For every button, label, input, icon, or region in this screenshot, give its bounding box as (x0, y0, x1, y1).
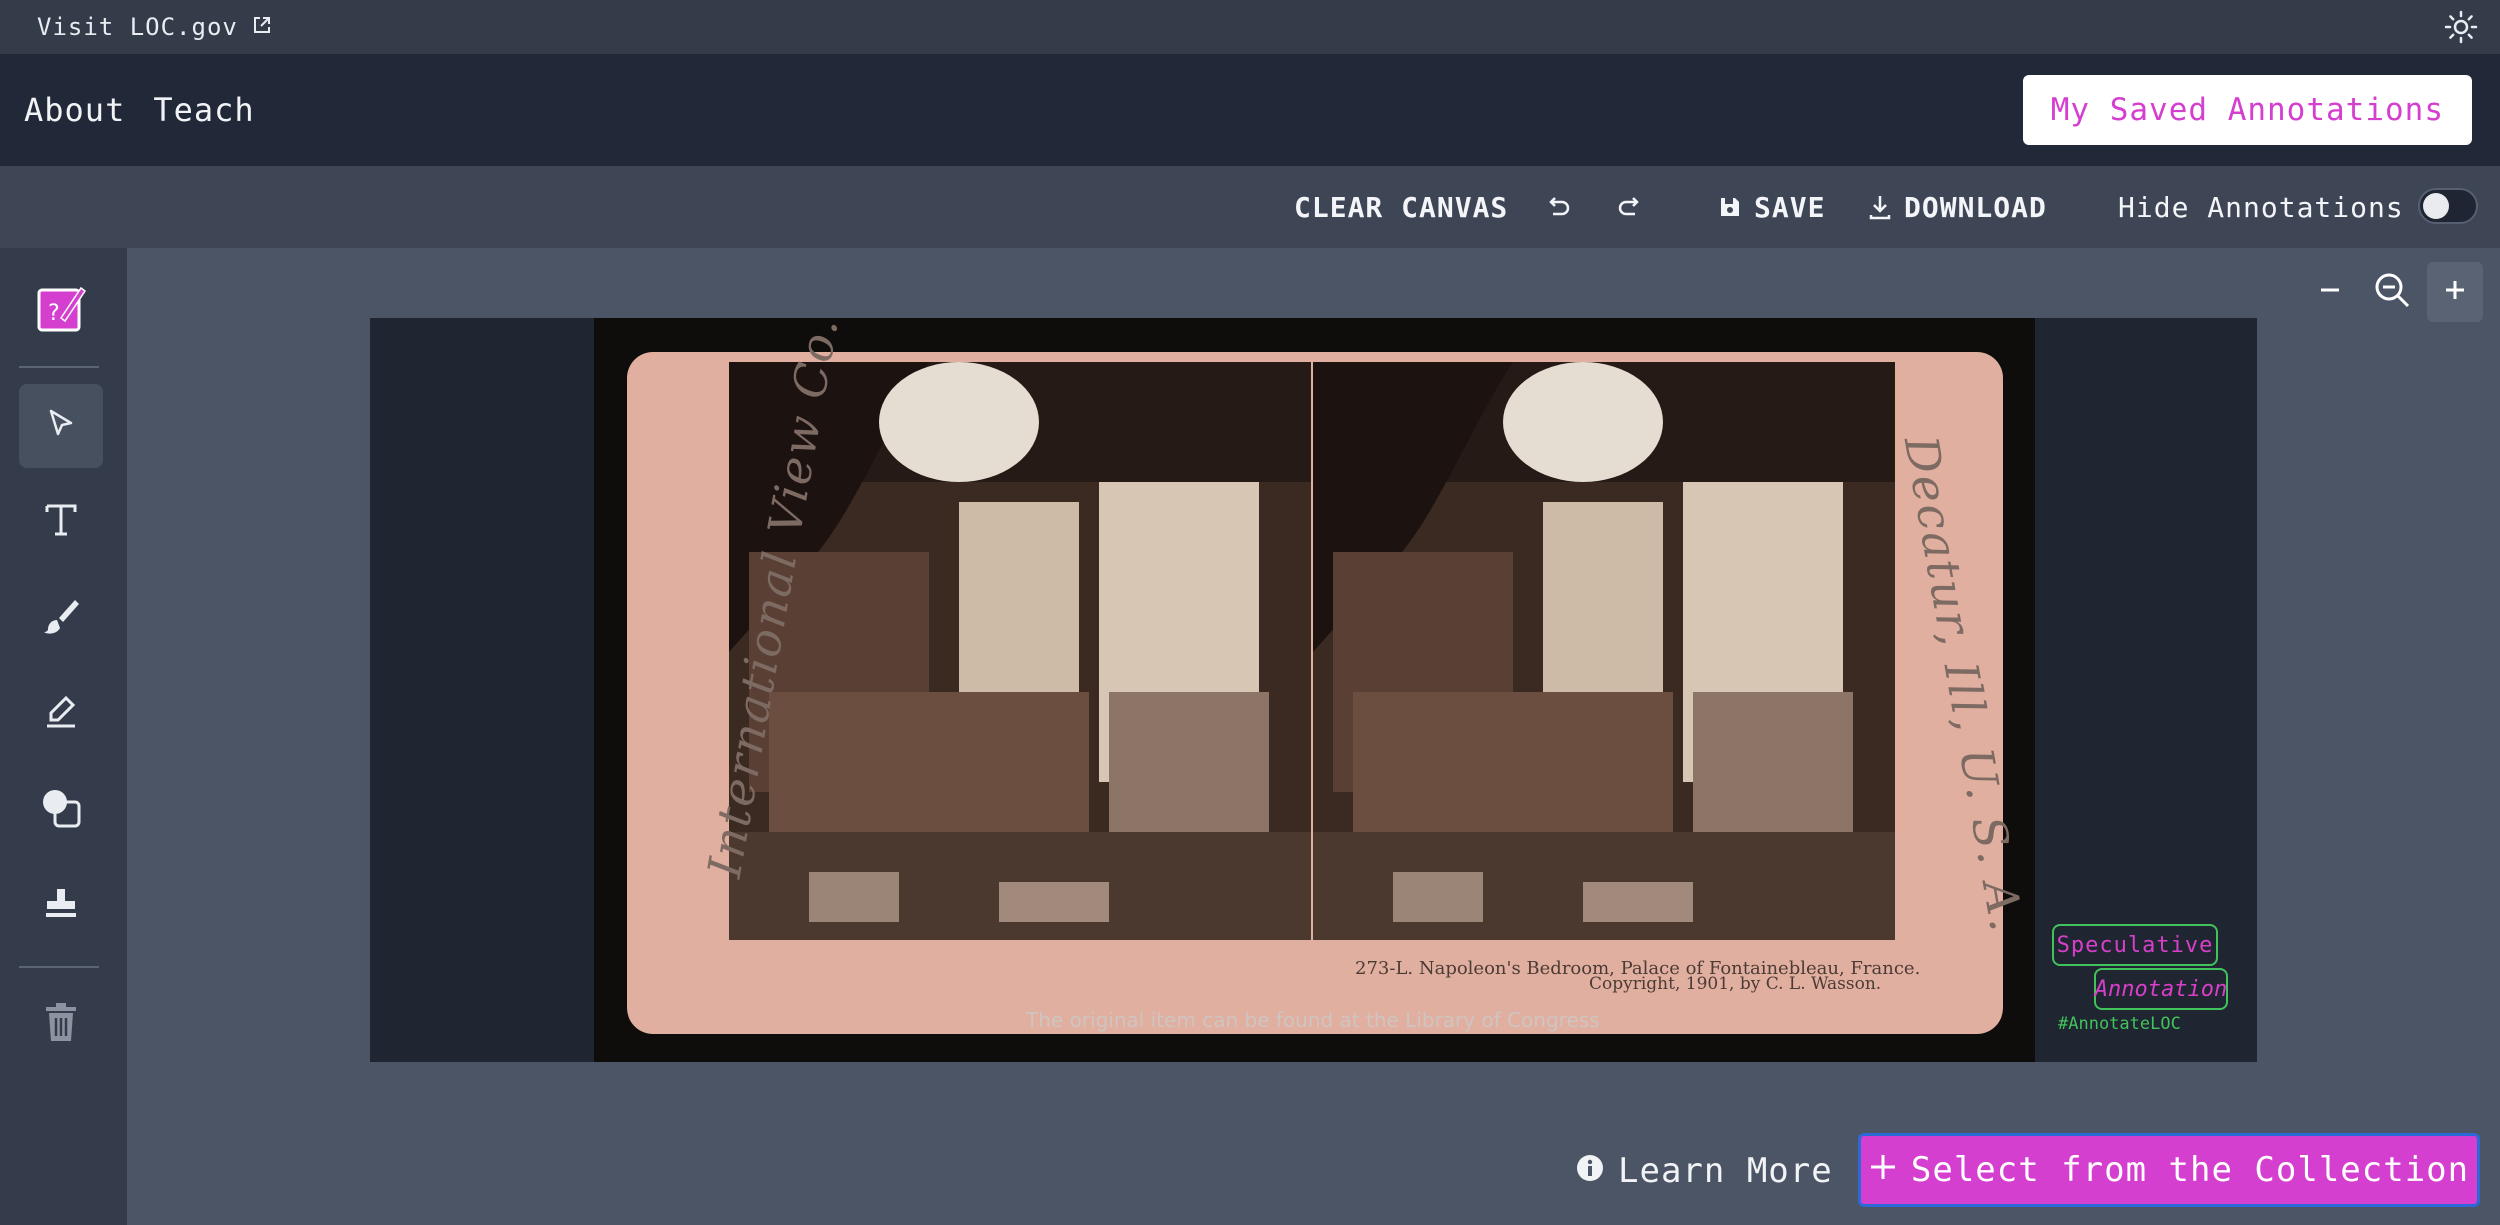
highlighter-tool-button[interactable] (19, 672, 103, 756)
delete-tool-button[interactable] (19, 982, 103, 1066)
brush-tool-button[interactable] (19, 576, 103, 660)
shapes-icon (39, 786, 83, 834)
plus-icon (1869, 1150, 1897, 1190)
toggle-knob (2423, 193, 2449, 219)
paint-brush-icon (41, 596, 81, 640)
hide-annotations-label: Hide Annotations (2118, 190, 2404, 224)
select-from-collection-label: Select from the Collection (1910, 1150, 2470, 1190)
stamp-icon (42, 885, 80, 927)
magnifier-minus-icon (2373, 271, 2411, 313)
loc-credit-text: The original item can be found at the Li… (1026, 1008, 1600, 1032)
sidebar-divider (19, 366, 99, 368)
download-button[interactable]: DOWNLOAD (1868, 166, 2047, 248)
clear-canvas-button[interactable]: CLEAR CANVAS (1294, 166, 1508, 248)
undo-icon (1544, 193, 1572, 221)
nav-teach-link[interactable]: Teach (153, 91, 254, 129)
top-bar: Visit LOC.gov (0, 0, 2500, 54)
theme-toggle-sun-icon[interactable] (2444, 10, 2478, 44)
redo-button[interactable] (1616, 166, 1644, 248)
svg-text:?: ? (47, 301, 60, 326)
stereo-photo-right (1313, 362, 1895, 940)
canvas-toolbar: CLEAR CANVAS SAVE DOWNLOAD Hide Annotati… (0, 166, 2500, 248)
download-icon (1868, 194, 1892, 220)
stereograph-card: International View Co. Decatur, Ill, U. … (627, 312, 2034, 1034)
text-tool-icon (43, 500, 79, 544)
zoom-in-button[interactable] (2427, 262, 2483, 322)
badge-annotation: Annotation (2094, 968, 2228, 1010)
minus-icon (2318, 278, 2342, 306)
zoom-reset-button[interactable] (2364, 262, 2420, 322)
visit-loc-link[interactable]: Visit LOC.gov (37, 13, 272, 41)
text-tool-button[interactable] (19, 480, 103, 564)
cursor-arrow-icon (44, 407, 78, 445)
save-button[interactable]: SAVE (1718, 166, 1825, 248)
select-tool-button[interactable] (19, 384, 103, 468)
speculative-annotation-logo: Speculative Annotation #AnnotateLOC (2046, 906, 2236, 1036)
learn-more-button[interactable]: Learn More (1576, 1143, 1833, 1199)
nav-about-link[interactable]: About (24, 91, 125, 129)
zoom-out-button[interactable] (2302, 262, 2358, 322)
image-caption-copyright: Copyright, 1901, by C. L. Wasson. (1589, 974, 1882, 994)
my-saved-annotations-button[interactable]: My Saved Annotations (2022, 75, 2472, 145)
select-from-collection-button[interactable]: Select from the Collection (1858, 1133, 2480, 1207)
download-label: DOWNLOAD (1904, 190, 2047, 224)
floppy-disk-icon (1718, 195, 1742, 219)
tool-sidebar: ? (0, 248, 127, 1225)
learn-more-label: Learn More (1618, 1151, 1833, 1191)
external-link-icon (252, 13, 272, 41)
highlighter-icon (42, 693, 80, 735)
trash-icon (43, 1001, 79, 1047)
info-icon (1576, 1151, 1604, 1191)
badge-hashtag: #AnnotateLOC (2058, 1014, 2181, 1034)
sidebar-divider (19, 966, 99, 968)
hide-annotations-toggle[interactable] (2418, 188, 2478, 224)
undo-button[interactable] (1544, 166, 1572, 248)
main-nav: About Teach My Saved Annotations (0, 54, 2500, 166)
clear-canvas-label: CLEAR CANVAS (1294, 190, 1509, 224)
visit-loc-label: Visit LOC.gov (37, 13, 238, 41)
annotate-logo-icon: ? (19, 266, 103, 350)
badge-speculative: Speculative (2052, 924, 2218, 966)
shapes-tool-button[interactable] (19, 768, 103, 852)
save-label: SAVE (1754, 190, 1826, 224)
redo-icon (1616, 193, 1644, 221)
stamp-tool-button[interactable] (19, 864, 103, 948)
plus-icon (2443, 278, 2467, 306)
